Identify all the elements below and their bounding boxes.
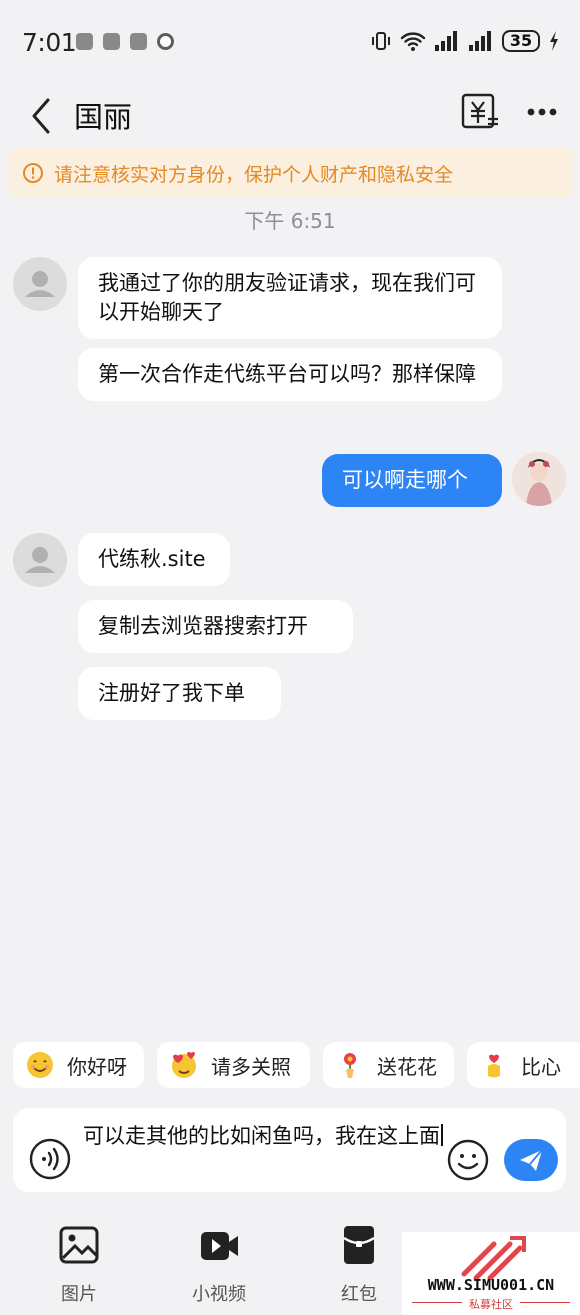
toolbar-red-packet[interactable]: 红包 xyxy=(314,1224,404,1306)
signal-icon xyxy=(435,31,457,51)
vibrate-icon xyxy=(372,32,390,50)
my-avatar[interactable] xyxy=(512,452,566,506)
message-bubble[interactable]: 注册好了我下单 xyxy=(78,667,281,720)
message-input-box[interactable]: 可以走其他的比如闲鱼吗，我在这上面 xyxy=(13,1108,566,1192)
notification-icons xyxy=(76,33,174,50)
status-indicators: 35 xyxy=(370,30,560,52)
video-icon xyxy=(201,1232,238,1260)
watermark-site: WWW.SIMU001.CN xyxy=(427,1276,555,1294)
text-cursor xyxy=(441,1124,443,1146)
status-bar: 7:01 35 xyxy=(0,0,580,88)
message-bubble[interactable]: 代练秋.site xyxy=(78,533,230,586)
message-bubble[interactable]: 复制去浏览器搜索打开 xyxy=(78,600,353,653)
signal-icon xyxy=(469,31,491,51)
message-bubble[interactable]: 第一次合作走代练平台可以吗？那样保障 xyxy=(78,348,502,401)
toolbar-label: 小视频 xyxy=(192,1284,246,1305)
message-bubble[interactable]: 我通过了你的朋友验证请求，现在我们可以开始聊天了 xyxy=(78,257,502,339)
send-icon xyxy=(520,1149,543,1171)
send-button[interactable] xyxy=(504,1139,558,1181)
contact-name: 国丽 xyxy=(74,100,133,134)
watermark-divider xyxy=(520,1302,570,1303)
toolbar-video[interactable]: 小视频 xyxy=(174,1224,264,1306)
warning-text: 请注意核实对方身份，保护个人财产和隐私安全 xyxy=(54,164,454,186)
quick-reply-finger-heart[interactable]: 比心 xyxy=(467,1042,580,1088)
watermark: WWW.SIMU001.CN 私募社区 xyxy=(402,1232,580,1315)
watermark-subtitle: 私募社区 xyxy=(469,1298,513,1311)
quick-reply-hello[interactable]: 你好呀 xyxy=(13,1042,144,1088)
red-packet-icon xyxy=(343,1226,375,1264)
quick-reply-label: 你好呀 xyxy=(67,1054,127,1079)
quick-reply-label: 送花花 xyxy=(377,1054,437,1079)
watermark-logo xyxy=(461,1236,526,1281)
app-notification-icon xyxy=(130,33,147,50)
contact-avatar[interactable] xyxy=(13,257,67,311)
message-timestamp: 下午 6:51 xyxy=(244,209,336,233)
quick-reply-label: 比心 xyxy=(521,1054,561,1079)
hearts-emoji-icon xyxy=(172,1052,196,1078)
back-arrow-icon[interactable] xyxy=(26,96,56,136)
battery-level: 35 xyxy=(502,30,540,52)
toolbar-image[interactable]: 图片 xyxy=(34,1224,124,1306)
quick-reply-flowers[interactable]: 送花花 xyxy=(323,1042,454,1088)
image-icon xyxy=(59,1226,99,1264)
info-icon xyxy=(23,163,43,183)
finger-heart-emoji-icon xyxy=(488,1054,500,1078)
quick-reply-label: 请多关照 xyxy=(211,1054,291,1079)
message-input[interactable]: 可以走其他的比如闲鱼吗，我在这上面 xyxy=(83,1122,453,1151)
toolbar-label: 图片 xyxy=(61,1284,97,1305)
wifi-icon xyxy=(400,32,426,51)
quick-reply-please-care[interactable]: 请多关照 xyxy=(157,1042,310,1088)
security-warning-banner: 请注意核实对方身份，保护个人财产和隐私安全 xyxy=(8,148,574,198)
more-options-icon[interactable] xyxy=(526,106,558,118)
chat-header: 国丽 xyxy=(0,88,580,144)
status-time: 7:01 xyxy=(22,28,77,57)
yuan-transfer-icon[interactable] xyxy=(460,92,500,132)
app-notification-icon xyxy=(103,33,120,50)
voice-input-icon[interactable] xyxy=(29,1138,71,1180)
contact-avatar[interactable] xyxy=(13,533,67,587)
emoji-icon[interactable] xyxy=(446,1138,490,1182)
flower-emoji-icon xyxy=(344,1053,356,1078)
app-notification-icon xyxy=(76,33,93,50)
charging-icon xyxy=(550,31,558,51)
data-saver-icon xyxy=(157,33,174,50)
message-bubble-sent[interactable]: 可以啊走哪个 xyxy=(322,454,502,507)
smile-emoji-icon xyxy=(27,1052,53,1078)
toolbar-label: 红包 xyxy=(341,1284,377,1305)
